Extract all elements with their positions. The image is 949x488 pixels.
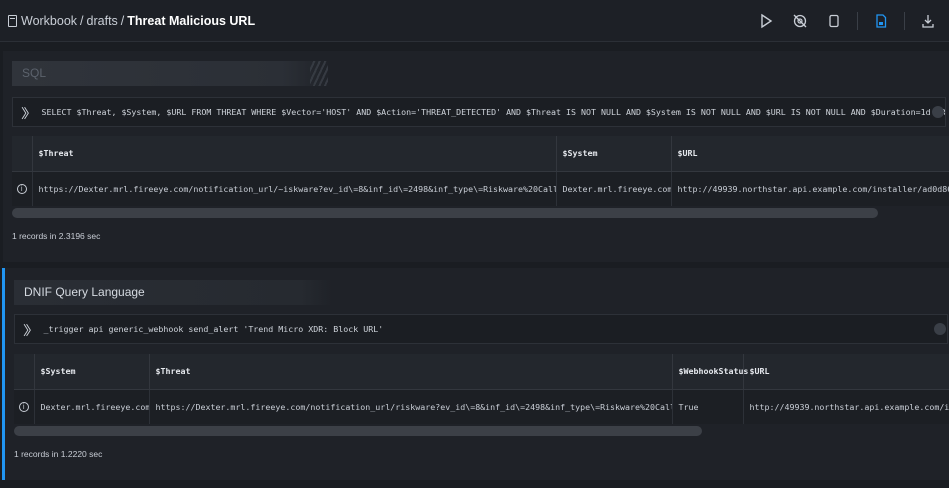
table-cell: https://Dexter.mrl.fireeye.com/notificat…: [149, 389, 673, 424]
query-text: _trigger api generic_webhook send_alert …: [43, 324, 384, 334]
table-header-info: [12, 136, 33, 172]
save-icon: [876, 14, 887, 28]
section-title: SQL: [12, 61, 330, 86]
column-header[interactable]: $URL: [671, 136, 949, 172]
table-cell: https://Dexter.mrl.fireeye.com/notificat…: [32, 171, 557, 206]
table-header-row: $System $Threat $WebhookStatus $URL: [14, 354, 949, 390]
workbook-icon: [8, 14, 17, 27]
records-summary: 1 records in 2.3196 sec: [12, 231, 101, 241]
breadcrumb-separator: /: [80, 13, 84, 28]
query-clear-icon[interactable]: [932, 106, 944, 118]
visibility-off-icon: [793, 14, 807, 28]
query-text: SELECT $Threat, $System, $URL FROM THREA…: [41, 107, 945, 117]
top-bar: Workbook / drafts / Threat Malicious URL: [0, 0, 949, 42]
table-header-row: $Threat $System $URL: [12, 136, 949, 172]
stop-icon: [829, 14, 839, 28]
column-header[interactable]: $Threat: [149, 354, 673, 390]
column-header[interactable]: $System: [556, 136, 672, 172]
row-info-cell[interactable]: i: [14, 389, 35, 424]
results-table: $Threat $System $URL i https://Dexter.mr…: [12, 136, 949, 206]
column-header[interactable]: $Threat: [32, 136, 557, 172]
chevron-right-icon: 〉〉: [23, 323, 38, 339]
run-button[interactable]: [755, 10, 777, 32]
horizontal-scrollbar[interactable]: [12, 208, 878, 218]
column-header[interactable]: $URL: [743, 354, 949, 390]
table-header-info: [14, 354, 35, 390]
table-cell: Dexter.mrl.fireeye.com: [34, 389, 150, 424]
toolbar: [755, 10, 939, 32]
toolbar-divider: [857, 12, 858, 30]
page-title: Threat Malicious URL: [127, 13, 256, 28]
section-title: DNIF Query Language: [14, 280, 332, 305]
section-title-text: SQL: [22, 66, 47, 80]
breadcrumb-workbook[interactable]: Workbook: [21, 14, 77, 28]
breadcrumb-separator: /: [120, 13, 125, 28]
records-summary: 1 records in 1.2220 sec: [14, 449, 103, 459]
export-button[interactable]: [917, 10, 939, 32]
table-row[interactable]: i Dexter.mrl.fireeye.com https://Dexter.…: [14, 389, 949, 424]
toolbar-divider: [904, 12, 905, 30]
breadcrumb: Workbook / drafts / Threat Malicious URL: [0, 14, 255, 28]
breadcrumb-drafts[interactable]: drafts: [87, 14, 118, 28]
row-info-cell[interactable]: i: [12, 171, 33, 206]
info-icon[interactable]: i: [18, 402, 29, 413]
stop-button[interactable]: [823, 10, 845, 32]
section-title-text: DNIF Query Language: [24, 285, 145, 299]
dnif-section: DNIF Query Language 〉〉 _trigger api gene…: [2, 268, 949, 480]
table-cell: True: [672, 389, 744, 424]
query-editor[interactable]: 〉〉 SELECT $Threat, $System, $URL FROM TH…: [12, 97, 946, 127]
hide-button[interactable]: [789, 10, 811, 32]
export-icon: [922, 15, 934, 28]
sql-section: SQL 〉〉 SELECT $Threat, $System, $URL FRO…: [3, 51, 949, 262]
chevron-right-icon: 〉〉: [21, 106, 36, 122]
column-header[interactable]: $System: [34, 354, 150, 390]
query-clear-icon[interactable]: [934, 323, 946, 335]
info-icon[interactable]: i: [16, 184, 27, 195]
query-editor[interactable]: 〉〉 _trigger api generic_webhook send_ale…: [14, 314, 948, 344]
table-row[interactable]: i https://Dexter.mrl.fireeye.com/notific…: [12, 171, 949, 206]
table-cell: Dexter.mrl.fireeye.com: [556, 171, 672, 206]
column-header[interactable]: $WebhookStatus: [672, 354, 748, 390]
results-table: $System $Threat $WebhookStatus $URL i De…: [14, 354, 949, 424]
save-button[interactable]: [870, 10, 892, 32]
table-cell: http://49939.northstar.api.example.com/i…: [743, 389, 949, 424]
horizontal-scrollbar[interactable]: [14, 426, 702, 436]
table-cell: http://49939.northstar.api.example.com/i…: [671, 171, 949, 206]
play-icon: [761, 13, 773, 29]
title-stripes: [310, 61, 328, 86]
